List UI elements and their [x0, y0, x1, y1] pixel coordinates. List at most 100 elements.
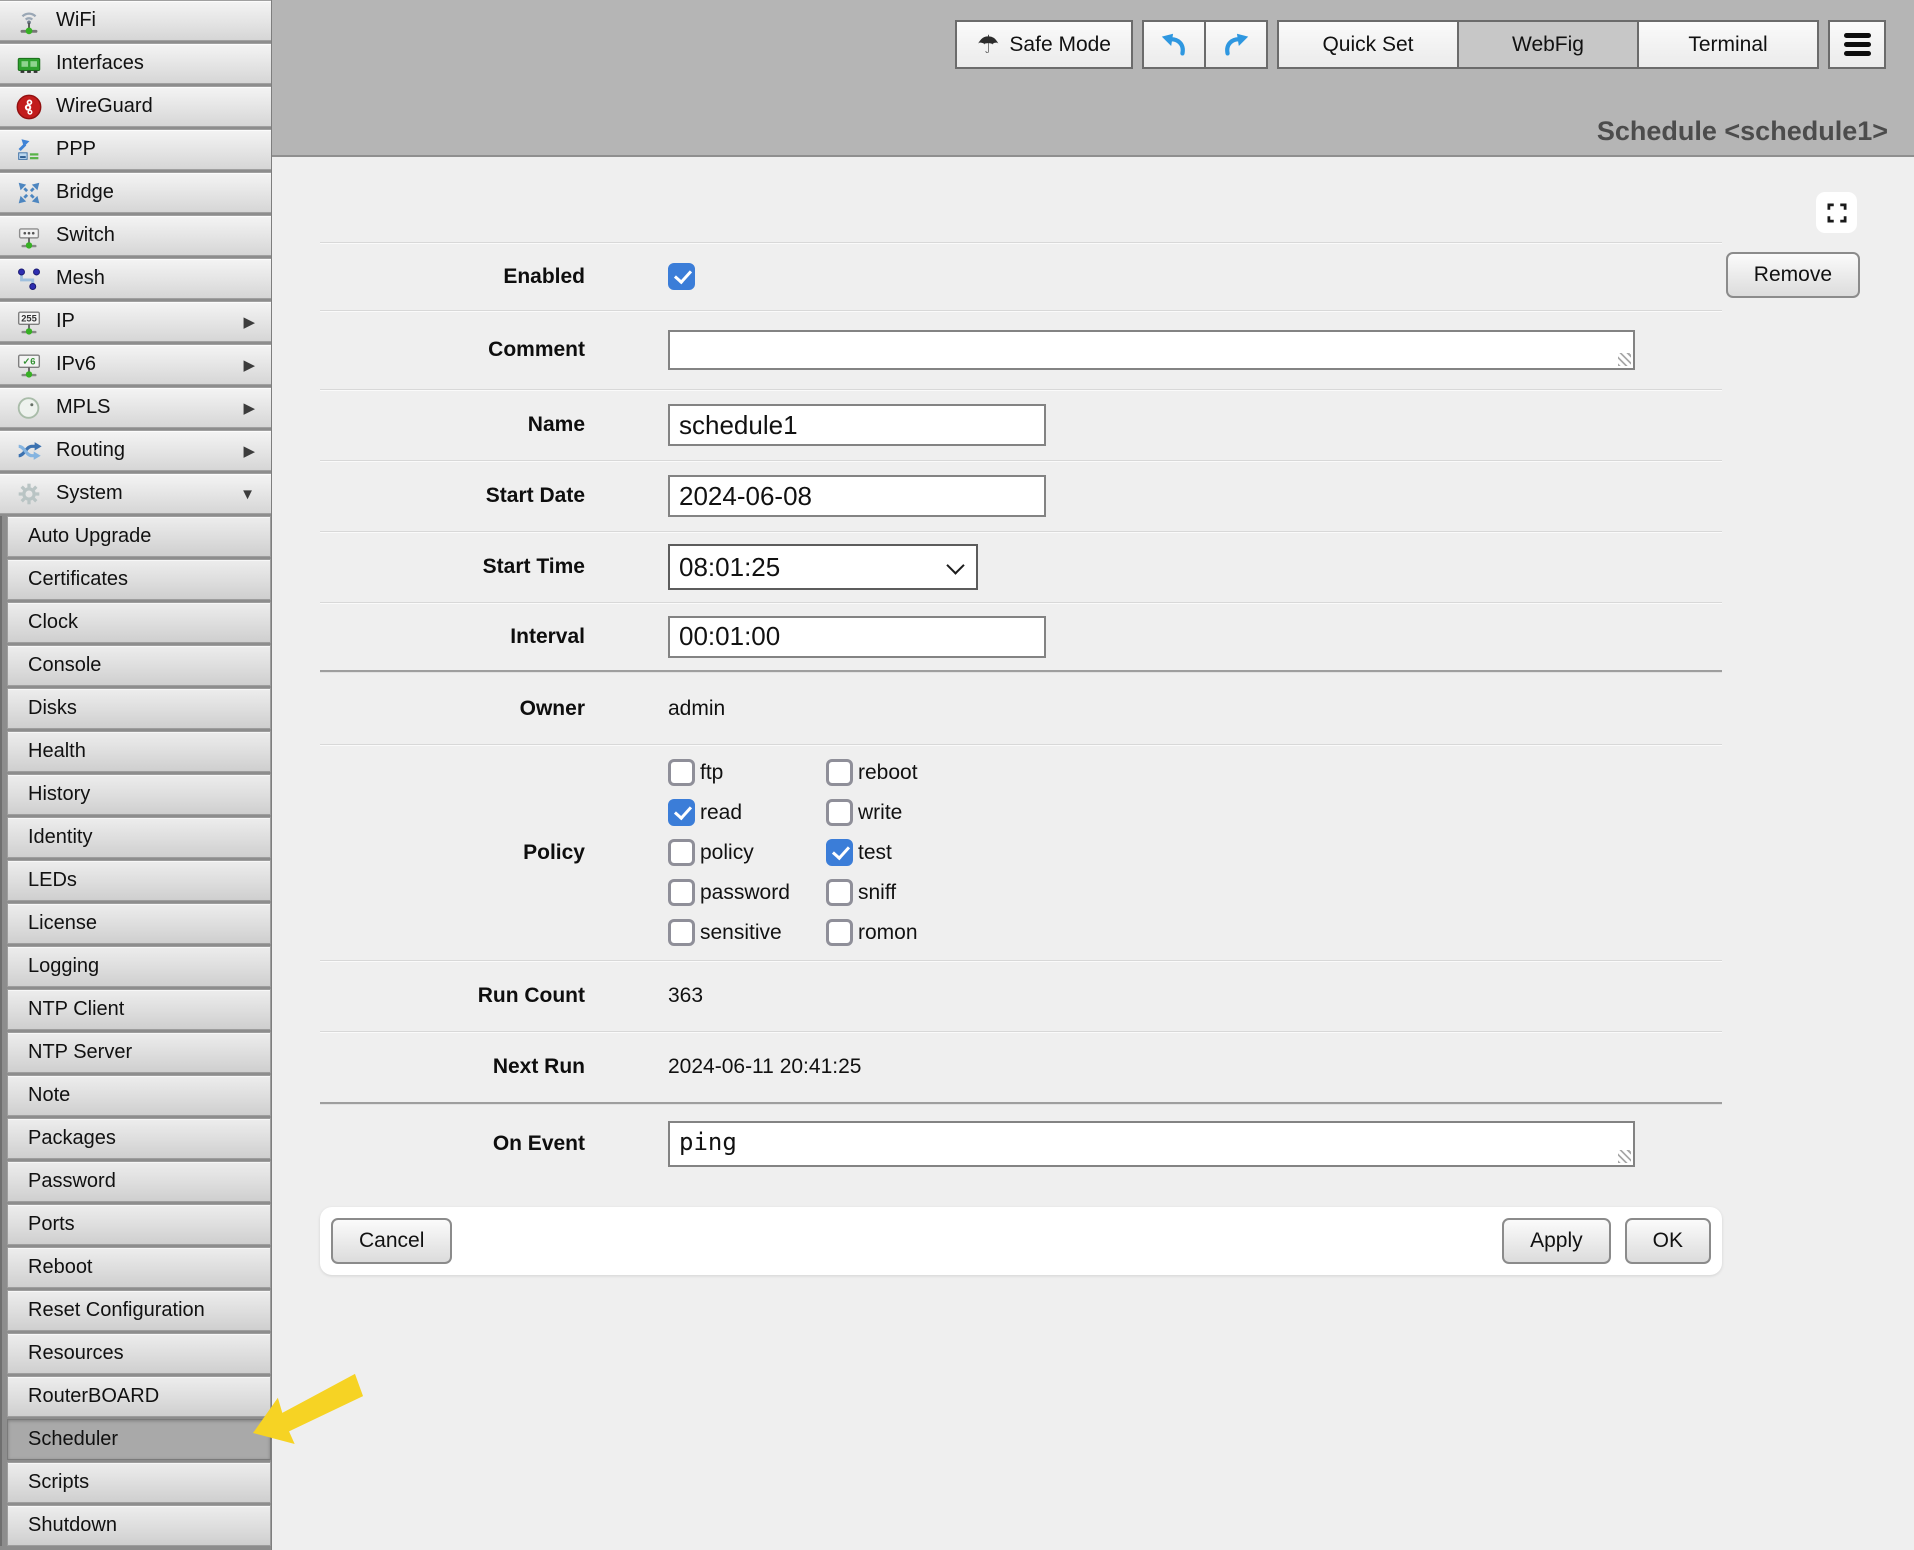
sidebar-subitem[interactable]: Disks — [7, 688, 271, 729]
sidebar-subitem[interactable]: Logging — [7, 946, 271, 987]
main-panel: ☂ Safe Mode — [272, 0, 1914, 1550]
policy-checkbox — [668, 839, 695, 866]
fullscreen-button[interactable] — [1816, 192, 1857, 233]
umbrella-icon: ☂ — [977, 30, 999, 60]
menu-icon — [14, 393, 44, 423]
form-row-start-date: Start Date — [320, 460, 1722, 531]
sidebar-subitem[interactable]: Auto Upgrade — [7, 516, 271, 557]
sidebar-subitem[interactable]: LEDs — [7, 860, 271, 901]
sidebar-item[interactable]: Switch — [0, 215, 271, 256]
name-input[interactable] — [668, 404, 1046, 446]
sidebar-item-label: WiFi — [56, 9, 96, 32]
interval-input[interactable] — [668, 616, 1046, 658]
policy-checkbox-item[interactable]: ftp — [668, 759, 826, 786]
submenu-arrow-icon — [243, 353, 255, 376]
sidebar-item[interactable]: IP — [0, 301, 271, 342]
policy-checkbox-item[interactable]: read — [668, 799, 826, 826]
policy-checkbox-item[interactable]: policy — [668, 839, 826, 866]
sidebar-subitem[interactable]: Reboot — [7, 1247, 271, 1288]
sidebar-item[interactable]: WiFi — [0, 0, 271, 41]
sidebar-subitem[interactable]: Identity — [7, 817, 271, 858]
policy-checkbox-item[interactable]: write — [826, 799, 918, 826]
redo-button[interactable] — [1204, 20, 1268, 69]
sidebar-subitem-label: Packages — [28, 1127, 116, 1150]
sidebar-subitem[interactable]: Scheduler — [7, 1419, 271, 1460]
sidebar-subitem[interactable]: Clock — [7, 602, 271, 643]
sidebar-item[interactable]: Bridge — [0, 172, 271, 213]
sidebar-item-label: WireGuard — [56, 95, 153, 118]
policy-checkbox-item[interactable]: test — [826, 839, 918, 866]
policy-checkbox-label: write — [858, 801, 902, 825]
safe-mode-button[interactable]: ☂ Safe Mode — [955, 20, 1133, 69]
menu-icon — [14, 49, 44, 79]
start-date-input[interactable] — [668, 475, 1046, 517]
sidebar-subitem[interactable]: Reset Configuration — [7, 1290, 271, 1331]
policy-checkbox-item[interactable]: sniff — [826, 879, 918, 906]
menu-icon — [14, 436, 44, 466]
sidebar-item[interactable]: IPv6 — [0, 344, 271, 385]
sidebar-subitem[interactable]: Certificates — [7, 559, 271, 600]
tab-terminal[interactable]: Terminal — [1637, 20, 1819, 69]
sidebar-item-label: MPLS — [56, 396, 110, 419]
form-row-start-time: Start Time 08:01:25 — [320, 531, 1722, 602]
run-count-value: 363 — [668, 984, 703, 1008]
form-row-policy: Policy ftp — [320, 744, 1722, 960]
sidebar-subitem[interactable]: Shutdown — [7, 1505, 271, 1546]
undo-icon — [1159, 30, 1189, 60]
policy-checkbox — [826, 879, 853, 906]
policy-checkbox-item[interactable]: reboot — [826, 759, 918, 786]
start-time-select[interactable]: 08:01:25 — [668, 544, 978, 590]
apply-button[interactable]: Apply — [1502, 1218, 1611, 1264]
sidebar-item[interactable]: PPP — [0, 129, 271, 170]
sidebar-item-label: IPv6 — [56, 353, 96, 376]
remove-button[interactable]: Remove — [1726, 252, 1860, 298]
policy-checkbox-label: policy — [700, 841, 754, 865]
sidebar-subitem[interactable]: Resources — [7, 1333, 271, 1374]
policy-checkbox-label: sniff — [858, 881, 896, 905]
policy-checkbox — [826, 839, 853, 866]
menu-icon — [1844, 33, 1871, 56]
policy-checkbox-item[interactable]: romon — [826, 919, 918, 946]
undo-button[interactable] — [1142, 20, 1206, 69]
sidebar-item[interactable]: Mesh — [0, 258, 271, 299]
policy-checkbox-item[interactable]: password — [668, 879, 826, 906]
policy-checkbox-item[interactable]: sensitive — [668, 919, 826, 946]
menu-icon — [14, 6, 44, 36]
cancel-button[interactable]: Cancel — [331, 1218, 452, 1264]
sidebar-subitem[interactable]: Health — [7, 731, 271, 772]
sidebar-subitem[interactable]: Packages — [7, 1118, 271, 1159]
policy-label: Policy — [320, 841, 585, 865]
policy-grid: ftp reboot read — [668, 759, 918, 946]
next-run-value: 2024-06-11 20:41:25 — [668, 1055, 861, 1079]
sidebar-subitem[interactable]: License — [7, 903, 271, 944]
sidebar-item[interactable]: MPLS — [0, 387, 271, 428]
on-event-input[interactable]: ping — [668, 1121, 1635, 1167]
sidebar-item[interactable]: System — [0, 473, 271, 514]
tab-quick-set[interactable]: Quick Set — [1277, 20, 1459, 69]
sidebar-item[interactable]: Routing — [0, 430, 271, 471]
sidebar-subitem[interactable]: Scripts — [7, 1462, 271, 1503]
sidebar-item-label: System — [56, 482, 123, 505]
sidebar-subitem[interactable]: Ports — [7, 1204, 271, 1245]
menu-button[interactable] — [1828, 20, 1886, 69]
sidebar-subitem-label: History — [28, 783, 90, 806]
sidebar-subitem[interactable]: Console — [7, 645, 271, 686]
submenu-arrow-icon — [243, 396, 255, 419]
sidebar-subitem-label: Ports — [28, 1213, 75, 1236]
enabled-checkbox[interactable] — [668, 263, 695, 290]
form-row-enabled: Enabled — [320, 242, 1722, 310]
sidebar-item[interactable]: WireGuard — [0, 86, 271, 127]
sidebar-subitem[interactable]: Note — [7, 1075, 271, 1116]
comment-input[interactable] — [668, 330, 1635, 370]
sidebar-subitem-label: RouterBOARD — [28, 1385, 159, 1408]
sidebar-subitem[interactable]: Password — [7, 1161, 271, 1202]
form-row-run-count: Run Count 363 — [320, 960, 1722, 1031]
ok-button[interactable]: OK — [1625, 1218, 1711, 1264]
sidebar-subitem[interactable]: History — [7, 774, 271, 815]
sidebar-subitem[interactable]: RouterBOARD — [7, 1376, 271, 1417]
sidebar-subitem[interactable]: NTP Client — [7, 989, 271, 1030]
sidebar-subitem[interactable]: NTP Server — [7, 1032, 271, 1073]
sidebar-item[interactable]: Interfaces — [0, 43, 271, 84]
tab-webfig[interactable]: WebFig — [1457, 20, 1639, 69]
comment-label: Comment — [320, 338, 585, 362]
